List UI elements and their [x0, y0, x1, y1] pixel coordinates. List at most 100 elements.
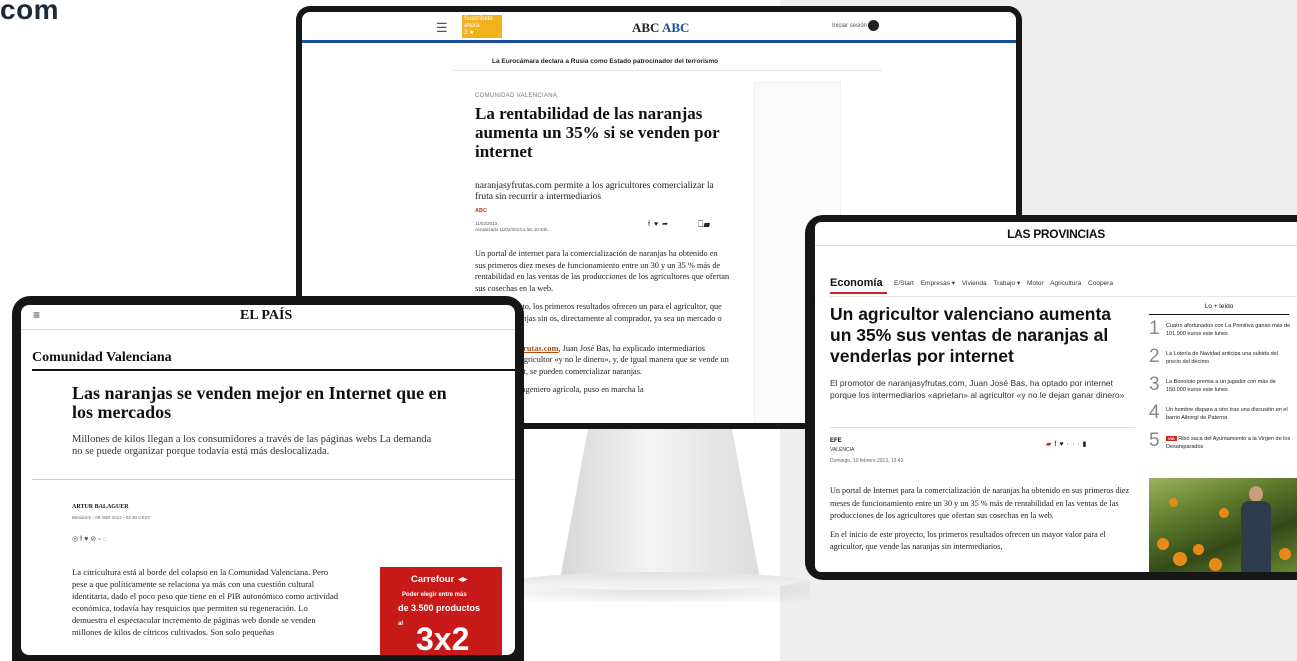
most-read-item[interactable]: 3 La Bonoloto premia a un jugador con má…	[1149, 374, 1294, 404]
article-source: ABC	[475, 208, 487, 214]
most-read-text: Un hombre dispara a otro tras una discus…	[1166, 407, 1288, 421]
article-paragraph: Un portal de internet para la comerciali…	[475, 249, 730, 293]
article-photo[interactable]	[1149, 478, 1297, 572]
elpais-logo[interactable]: EL PAÍS	[240, 308, 292, 324]
abc-logo-accent: ABC	[662, 20, 690, 35]
most-read-rule	[1149, 314, 1289, 315]
rank-number: 4	[1149, 402, 1160, 423]
article-subtitle: naranjasyfrutas.com permite a los agricu…	[475, 181, 714, 202]
article-body: Un portal de Internet para la comerciali…	[830, 485, 1130, 560]
article-title: Las naranjas se venden mejor en Internet…	[72, 383, 447, 422]
comment-icon[interactable]: ▫◌	[98, 536, 109, 543]
ad-text: Poder elegir entre más	[402, 592, 467, 598]
carrefour-ad[interactable]: Carrefour ◂▸ Poder elegir entre más de 3…	[380, 567, 502, 655]
abc-logo-text: ABC	[632, 20, 660, 35]
carrefour-logo-icon: ◂▸	[458, 574, 468, 585]
section-nav: E/Start Empresas ▾ Vivienda Trabajo ▾ Mo…	[894, 279, 1118, 287]
nav-item[interactable]: Trabajo ▾	[993, 280, 1020, 287]
lasprovincias-logo[interactable]: LAS PROVINCIAS	[815, 227, 1297, 241]
user-icon[interactable]	[868, 20, 879, 31]
tablet-right-screen: LAS PROVINCIAS Economía E/Start Empresas…	[815, 222, 1297, 572]
orange-fruit	[1173, 552, 1187, 566]
nav-item[interactable]: Agricultura	[1050, 280, 1081, 287]
nav-item[interactable]: Coopera	[1088, 280, 1113, 287]
article-date-line2: Actualizado 11/02/2013 a las 10:34h.	[475, 227, 549, 232]
twitter-icon[interactable]: ♥	[1059, 441, 1066, 448]
ad-offer: 3x2	[416, 621, 470, 655]
most-read-item[interactable]: 4 Un hombre dispara a otro tras una disc…	[1149, 402, 1294, 432]
farmer-body	[1241, 501, 1271, 572]
orange-fruit	[1219, 508, 1229, 518]
divider	[830, 296, 1297, 297]
article-date: Domingo, 10 febrero 2013, 13:43	[830, 458, 904, 464]
section-rule	[32, 369, 515, 371]
orange-fruit	[1209, 558, 1222, 571]
orange-fruit	[1193, 544, 1204, 555]
subscribe-badge-small: 3 ★	[464, 30, 475, 36]
divider	[452, 70, 882, 71]
rank-number: 2	[1149, 346, 1160, 367]
divider	[815, 245, 1297, 246]
orange-fruit	[1157, 538, 1169, 550]
most-read-item[interactable]: 2 La Lotería de Navidad anticipa una sub…	[1149, 346, 1294, 376]
monitor-stand	[560, 429, 760, 579]
most-read-item[interactable]: 5 VID Ribó saca del Ayuntamiento a la Vi…	[1149, 430, 1294, 460]
monitor-base	[520, 572, 800, 590]
ad-text: de 3.500 productos	[398, 603, 481, 613]
video-tag: VID	[1166, 436, 1177, 441]
article-paragraph: Un portal de Internet para la comerciali…	[830, 486, 1130, 520]
farmer-figure	[1239, 486, 1273, 572]
rank-number: 1	[1149, 318, 1160, 339]
brand-logo-fragment: com	[0, 0, 60, 25]
nav-item[interactable]: Motor	[1027, 280, 1044, 287]
nav-item[interactable]: Vivienda	[962, 280, 987, 287]
abc-logo[interactable]: ABC ABC	[632, 20, 689, 36]
twitter-icon[interactable]: ♥	[654, 221, 662, 228]
tablet-left-screen: ≡ EL PAÍS Comunidad Valenciana Las naran…	[21, 305, 515, 655]
most-read-text: VID Ribó saca del Ayuntamiento a la Virg…	[1163, 432, 1294, 451]
most-read-text: La Bonoloto premia a un jugador con más …	[1166, 379, 1276, 393]
section-title[interactable]: Economía	[830, 277, 883, 289]
nav-item[interactable]: Empresas ▾	[921, 280, 955, 287]
share-icon[interactable]: ➦	[662, 221, 672, 228]
article-title: Un agricultor valenciano aumenta un 35% …	[830, 304, 1112, 366]
most-read-text-body: Ribó saca del Ayuntamiento a la Virgen d…	[1166, 436, 1291, 450]
comment-icon[interactable]: ▰	[703, 219, 710, 229]
abc-header: ☰ Suscríbete ahora 3 ★ ABC ABC Iniciar s…	[302, 12, 1016, 43]
divider	[32, 479, 515, 480]
hamburger-menu-icon[interactable]: ≡	[33, 308, 40, 322]
rank-number: 5	[1149, 430, 1160, 451]
author-name[interactable]: ARTUR BALAGUER	[72, 504, 129, 510]
login-link[interactable]: Iniciar sesión	[832, 23, 867, 29]
orange-fruit	[1169, 498, 1178, 507]
article-title: La rentabilidad de las naranjas aumenta …	[475, 104, 720, 161]
share-bar: f♥➦	[648, 220, 672, 228]
most-read-list: 1 Cuatro afortunados con La Primitiva ga…	[1149, 318, 1294, 460]
article-subtitle: El promotor de naranjasyfrutas.com, Juan…	[830, 378, 1125, 400]
orange-fruit	[1279, 548, 1291, 560]
article-source: EFE	[830, 438, 842, 444]
link-icon[interactable]: ⊘	[90, 536, 98, 543]
subscribe-badge-text: Suscríbete ahora	[464, 16, 493, 29]
ad-brand: Carrefour	[411, 574, 455, 585]
article-location: VALENCIA	[830, 447, 855, 453]
section-underline	[830, 292, 887, 294]
article-paragraph: En el inicio de este proyecto, los prime…	[830, 529, 1106, 552]
share-bar: ◎f♥⊘▫◌	[72, 535, 109, 543]
bookmark-icon[interactable]: ▮	[1083, 441, 1090, 448]
news-ticker[interactable]: La Eurocámara declara a Rusia como Estad…	[492, 58, 718, 65]
article-subtitle: Millones de kilos llegan a los consumido…	[72, 434, 432, 457]
article-section[interactable]: COMUNIDAD VALENCIANA	[475, 93, 557, 99]
subscribe-badge[interactable]: Suscríbete ahora 3 ★	[462, 15, 502, 38]
whatsapp-icon[interactable]: ◎	[72, 536, 80, 543]
more-icon[interactable]: ···	[1067, 441, 1083, 448]
most-read-item[interactable]: 1 Cuatro afortunados con La Primitiva ga…	[1149, 318, 1294, 348]
article-body: La citricultura está al borde del colaps…	[72, 567, 339, 637]
ad-text: al	[398, 621, 404, 627]
divider	[830, 427, 1135, 428]
article-date: Benidorm - 09 ABR 2012 - 04:30 CEST	[72, 515, 151, 520]
rank-number: 3	[1149, 374, 1160, 395]
hamburger-menu-icon[interactable]: ☰	[436, 20, 448, 36]
section-title[interactable]: Comunidad Valenciana	[32, 350, 172, 366]
nav-item[interactable]: E/Start	[894, 280, 914, 287]
